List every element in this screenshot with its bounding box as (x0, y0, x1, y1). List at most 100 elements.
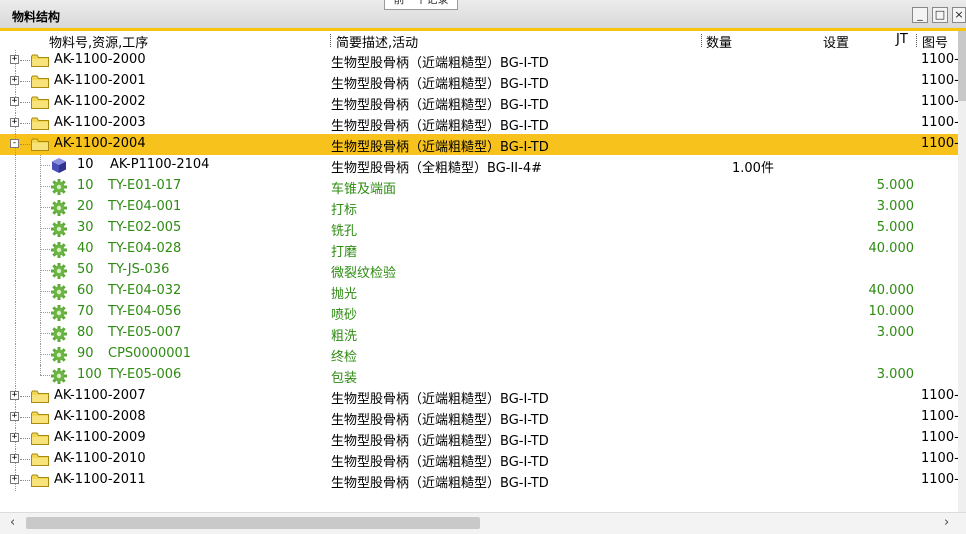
seq-number: 70 (77, 304, 94, 319)
column-separator[interactable] (701, 34, 702, 47)
expand-toggle-icon[interactable]: + (10, 391, 19, 400)
tree-row-component[interactable]: 10 AK-P1100-2104 生物型股骨柄（全粗糙型）BG-II-4# 1.00件 (0, 155, 958, 176)
gear-icon (51, 326, 67, 342)
column-setup[interactable]: 设置 (823, 32, 849, 51)
tree-row-operation[interactable]: 100 TY-E05-006 包装 3.000 (0, 365, 958, 386)
tree-line (20, 459, 30, 460)
material-code: AK-1100-2001 (54, 73, 146, 88)
seq-number: 40 (77, 241, 94, 256)
material-desc: 生物型股骨柄（近端粗糙型）BG-I-TD (331, 98, 549, 113)
expand-toggle-icon[interactable]: + (10, 454, 19, 463)
material-code: AK-1100-2009 (54, 430, 146, 445)
operation-desc: 微裂纹检验 (331, 266, 397, 281)
column-drawing[interactable]: 图号 (922, 32, 948, 51)
tree-row-material[interactable]: + AK-1100-2008 生物型股骨柄（近端粗糙型）BG-I-TD 1100-2 (0, 407, 958, 428)
tree-row-operation[interactable]: 20 TY-E04-001 打标 3.000 (0, 197, 958, 218)
tree-row-material[interactable]: + AK-1100-2011 生物型股骨柄（近端粗糙型）BG-I-TD 1100-2 (0, 470, 958, 491)
bom-structure-window: 物料结构 _ □ × 前一个记录 物料号,资源,工序 简要描述,活动 数量 设置… (0, 0, 966, 534)
tree-row-operation[interactable]: 50 TY-JS-036 微裂纹检验 (0, 260, 958, 281)
tree-line (40, 333, 50, 334)
operation-desc: 车锥及端面 (331, 182, 397, 197)
tree-row-material[interactable]: + AK-1100-2001 生物型股骨柄（近端粗糙型）BG-I-TD 1100-2 (0, 71, 958, 92)
close-button[interactable]: × (952, 7, 966, 23)
material-code: AK-1100-2011 (54, 472, 146, 487)
folder-icon (31, 96, 49, 109)
column-desc[interactable]: 简要描述,活动 (336, 32, 418, 51)
window-title: 物料结构 (12, 10, 61, 24)
drawing-number: 1100-2 (921, 472, 958, 487)
tree-row-material[interactable]: + AK-1100-2000 生物型股骨柄（近端粗糙型）BG-I-TD 1100-2 (0, 50, 958, 71)
material-code: AK-1100-2008 (54, 409, 146, 424)
expand-toggle-icon[interactable]: + (10, 475, 19, 484)
column-separator[interactable] (916, 34, 917, 47)
expand-toggle-icon[interactable]: - (10, 139, 19, 148)
column-header: 物料号,资源,工序 简要描述,活动 数量 设置 JT 图号 (0, 31, 958, 51)
column-qty[interactable]: 数量 (706, 32, 732, 51)
horizontal-scrollbar[interactable]: ‹ › (0, 512, 966, 534)
tree-line (40, 228, 50, 229)
seq-number: 60 (77, 283, 94, 298)
cube-icon (51, 157, 67, 174)
tree-line (20, 396, 30, 397)
column-separator[interactable] (330, 34, 331, 47)
expand-toggle-icon[interactable]: + (10, 118, 19, 127)
jt-value: 40.000 (868, 283, 915, 298)
tree-line (15, 239, 16, 260)
scroll-left-icon[interactable]: ‹ (10, 515, 15, 530)
tree-row-operation[interactable]: 60 TY-E04-032 抛光 40.000 (0, 281, 958, 302)
tree-row-operation[interactable]: 10 TY-E01-017 车锥及端面 5.000 (0, 176, 958, 197)
resource-code: TY-E04-032 (108, 283, 182, 298)
gear-icon (51, 200, 67, 216)
expand-toggle-icon[interactable]: + (10, 412, 19, 421)
tree-line (20, 123, 30, 124)
tree-line (20, 60, 30, 61)
tree-line (15, 176, 16, 197)
jt-value: 5.000 (876, 178, 914, 193)
tree-line (15, 365, 16, 386)
tree-row-operation[interactable]: 90 CPS0000001 终检 (0, 344, 958, 365)
seq-number: 80 (77, 325, 94, 340)
tree-table: +AK-1100-2000生物型股骨柄（近端粗糙型）BG-I-TD1100-2+… (0, 50, 958, 512)
vertical-scroll-thumb[interactable] (958, 31, 966, 101)
expand-toggle-icon[interactable]: + (10, 76, 19, 85)
seq-number: 20 (77, 199, 94, 214)
expand-toggle-icon[interactable]: + (10, 433, 19, 442)
tree-row-operation[interactable]: 80 TY-E05-007 粗洗 3.000 (0, 323, 958, 344)
column-jt[interactable]: JT (896, 32, 908, 47)
maximize-button[interactable]: □ (932, 7, 948, 23)
tree-row-material[interactable]: + AK-1100-2009 生物型股骨柄（近端粗糙型）BG-I-TD 1100-2 (0, 428, 958, 449)
material-desc: 生物型股骨柄（近端粗糙型）BG-I-TD (331, 476, 549, 491)
operation-desc: 喷砂 (331, 308, 358, 323)
tree-row-material[interactable]: + AK-1100-2010 生物型股骨柄（近端粗糙型）BG-I-TD 1100-2 (0, 449, 958, 470)
operation-desc: 粗洗 (331, 329, 358, 344)
expand-toggle-icon[interactable]: + (10, 97, 19, 106)
material-desc: 生物型股骨柄（近端粗糙型）BG-I-TD (331, 56, 549, 71)
tree-row-operation[interactable]: 70 TY-E04-056 喷砂 10.000 (0, 302, 958, 323)
drawing-number: 1100-2 (921, 430, 958, 445)
resource-code: TY-E04-001 (108, 199, 182, 214)
tree-row-operation[interactable]: 40 TY-E04-028 打磨 40.000 (0, 239, 958, 260)
column-item[interactable]: 物料号,资源,工序 (49, 32, 148, 51)
tree-line (40, 312, 50, 313)
vertical-scrollbar[interactable] (958, 31, 966, 512)
folder-icon (31, 390, 49, 403)
horizontal-scroll-thumb[interactable] (26, 517, 480, 529)
tooltip: 前一个记录 (384, 0, 458, 10)
tree-line (40, 375, 50, 376)
tree-row-material[interactable]: - AK-1100-2004 生物型股骨柄（近端粗糙型）BG-I-TD 1100-2 (0, 134, 958, 155)
tree-row-operation[interactable]: 30 TY-E02-005 铣孔 5.000 (0, 218, 958, 239)
gear-icon (51, 305, 67, 321)
resource-code: TY-E04-056 (108, 304, 182, 319)
seq-number: 10 (77, 178, 94, 193)
scroll-right-icon[interactable]: › (944, 515, 949, 530)
minimize-button[interactable]: _ (912, 7, 928, 23)
drawing-number: 1100-2 (921, 52, 958, 67)
tree-row-material[interactable]: + AK-1100-2007 生物型股骨柄（近端粗糙型）BG-I-TD 1100-2 (0, 386, 958, 407)
tree-line (20, 144, 30, 145)
jt-value: 3.000 (876, 367, 914, 382)
tree-row-material[interactable]: + AK-1100-2003 生物型股骨柄（近端粗糙型）BG-I-TD 1100-2 (0, 113, 958, 134)
component-desc: 生物型股骨柄（全粗糙型）BG-II-4# (331, 161, 542, 176)
tree-row-material[interactable]: + AK-1100-2002 生物型股骨柄（近端粗糙型）BG-I-TD 1100-2 (0, 92, 958, 113)
expand-toggle-icon[interactable]: + (10, 55, 19, 64)
component-code: AK-P1100-2104 (110, 157, 210, 172)
